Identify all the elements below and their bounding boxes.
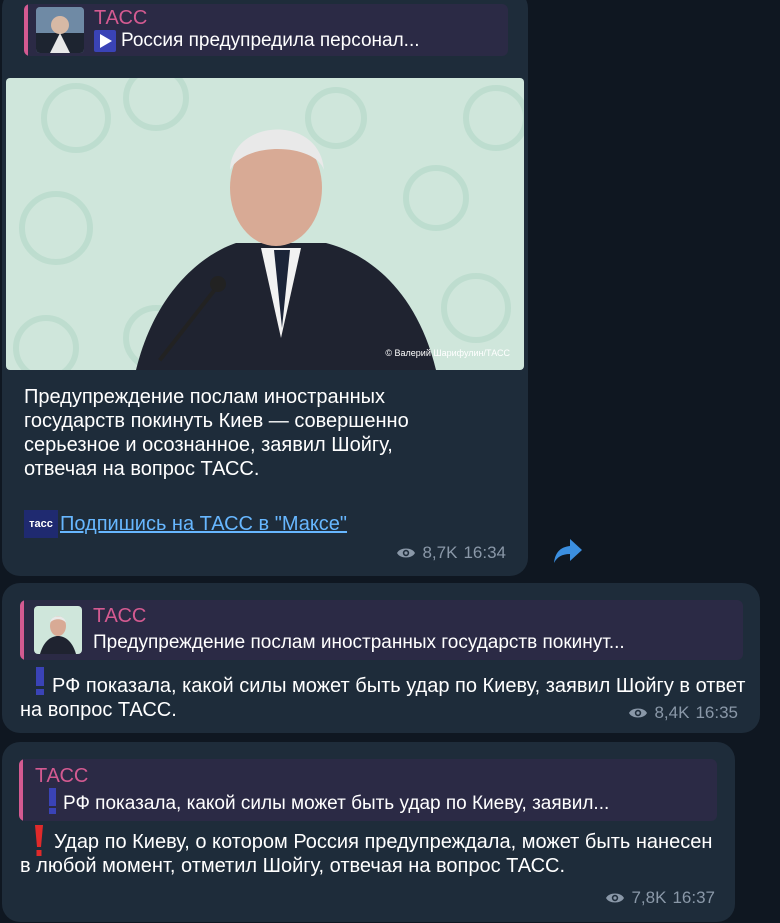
eye-icon (629, 708, 648, 718)
view-count: 8,4K (654, 703, 690, 722)
reply-sender-name: ТАСС (35, 765, 89, 787)
message-time: 16:34 (463, 543, 506, 562)
play-icon (94, 30, 116, 52)
message-text: Предупреждение послам иностранных госуда… (24, 386, 409, 480)
reply-thumbnail (34, 606, 82, 654)
view-count: 8,7K (422, 543, 458, 562)
reply-snippet: Предупреждение послам иностранных госуда… (93, 632, 625, 653)
message-bubble-3[interactable]: ТАСС РФ показала, какой силы может быть … (2, 742, 735, 922)
eye-icon (606, 893, 625, 903)
promo-line: тасс Подпишись на ТАСС в "Максе" (24, 510, 347, 538)
reply-quote[interactable]: ТАСС Россия предупредила персонал... (24, 4, 508, 56)
message-time: 16:35 (695, 703, 738, 722)
photo-image (6, 78, 524, 370)
message-text: Удар по Киеву, о котором Россия предупре… (20, 831, 713, 877)
message-photo[interactable]: © Валерий Шарифулин/ТАСС (6, 78, 524, 370)
message-time: 16:37 (672, 888, 715, 907)
reply-quote[interactable]: ТАСС РФ показала, какой силы может быть … (19, 759, 717, 821)
reply-quote[interactable]: ТАСС Предупреждение послам иностранных г… (20, 600, 743, 660)
view-count: 7,8K (631, 888, 667, 907)
reply-bar (20, 600, 24, 660)
reply-bar (19, 759, 23, 821)
share-icon[interactable] (552, 536, 584, 566)
reply-sender-name: ТАСС (94, 7, 148, 29)
message-meta: 7,8K 16:37 (605, 888, 715, 908)
exclamation-icon (49, 788, 56, 814)
reply-bar (24, 4, 28, 56)
reply-snippet: РФ показала, какой силы может быть удар … (63, 793, 610, 814)
tass-logo: тасс (24, 510, 58, 538)
reply-thumbnail (36, 7, 84, 53)
message-bubble-2[interactable]: ТАСС Предупреждение послам иностранных г… (2, 583, 760, 733)
message-meta: 8,4K 16:35 (628, 703, 738, 723)
reply-snippet: Россия предупредила персонал... (121, 30, 420, 51)
message-meta: 8,7K 16:34 (396, 543, 506, 563)
photo-credit: © Валерий Шарифулин/ТАСС (385, 348, 510, 358)
subscribe-link[interactable]: Подпишись на ТАСС в "Максе" (60, 513, 347, 536)
message-bubble-1[interactable]: ТАСС Россия предупредила персонал... © В… (2, 0, 528, 576)
reply-sender-name: ТАСС (93, 605, 147, 627)
eye-icon (397, 548, 416, 558)
